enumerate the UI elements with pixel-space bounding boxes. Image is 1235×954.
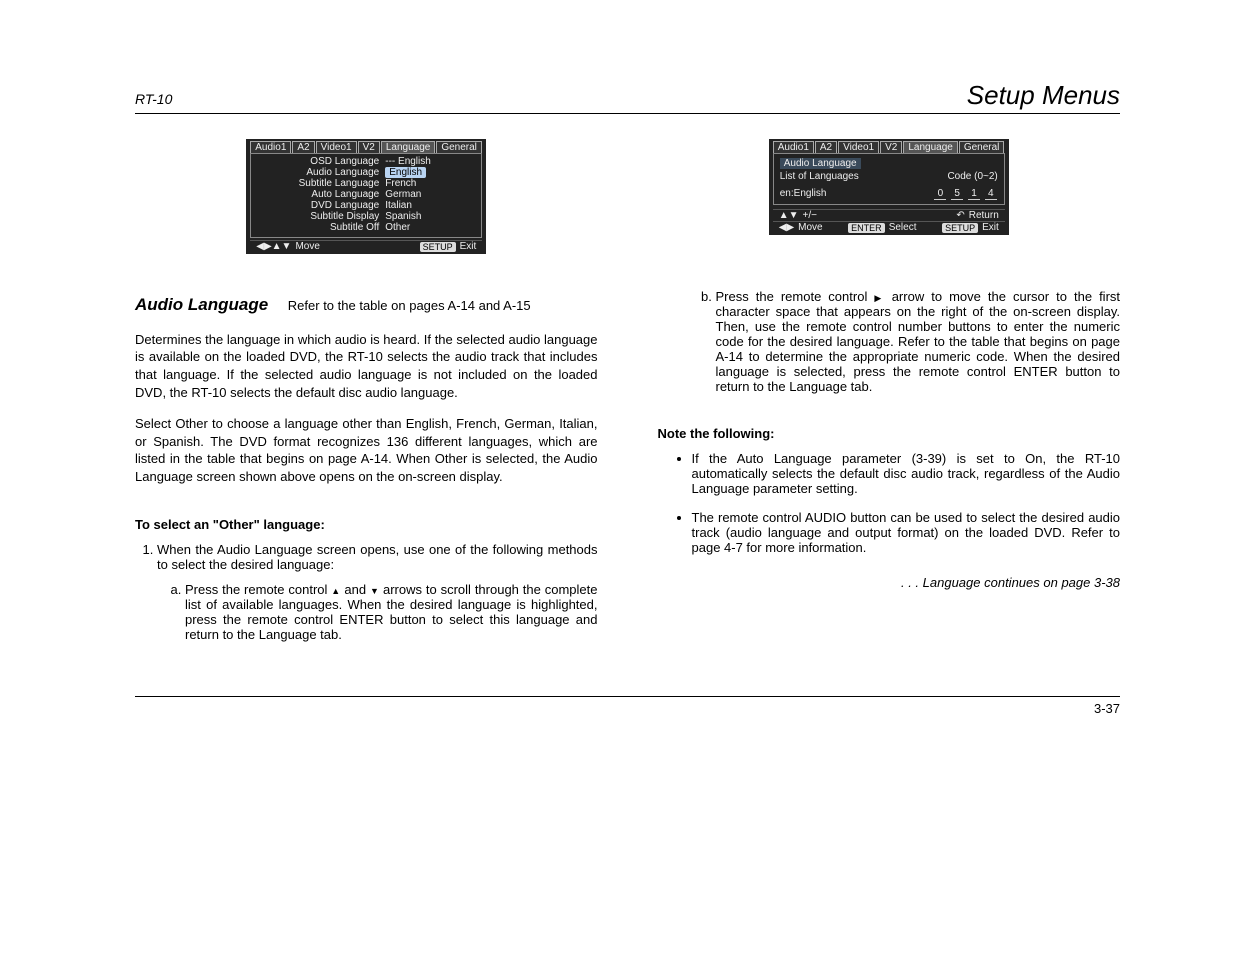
- osd-tab: Video1: [316, 141, 357, 153]
- bullet-item: If the Auto Language parameter (3-39) is…: [692, 451, 1121, 496]
- page-header: RT-10 Setup Menus: [135, 80, 1120, 114]
- osd-tabs: Audio1 A2 Video1 V2 Language General: [246, 139, 486, 153]
- osd-row-label: Subtitle Display: [259, 211, 385, 222]
- setup-pill: SETUP: [942, 223, 978, 233]
- right-arrow-icon: ▶: [874, 293, 884, 303]
- step-item: When the Audio Language screen opens, us…: [157, 542, 598, 642]
- step-text: When the Audio Language screen opens, us…: [157, 542, 598, 572]
- osd-tab-selected: Language: [903, 141, 958, 153]
- osd-row-value: --- English: [385, 156, 473, 167]
- arrows-icon: ◀▶▲▼: [256, 241, 291, 252]
- hdr-right: Setup Menus: [967, 80, 1120, 111]
- osd-tab: General: [959, 141, 1005, 153]
- code-digit: 5: [951, 188, 963, 200]
- text-part: arrow to move the cursor to the first ch…: [716, 289, 1121, 394]
- osd-code-label: Code (0~2): [947, 171, 997, 182]
- osd-tab: Video1: [838, 141, 879, 153]
- osd-foot-label: Move: [295, 241, 319, 252]
- hdr-left: RT-10: [135, 91, 172, 107]
- substep-b: Press the remote control ▶ arrow to move…: [716, 289, 1121, 394]
- code-digit: 4: [985, 188, 997, 200]
- bullet-item: The remote control AUDIO button can be u…: [692, 510, 1121, 555]
- osd-tab: General: [436, 141, 482, 153]
- osd-tab: V2: [880, 141, 902, 153]
- setup-pill: SETUP: [420, 242, 456, 252]
- code-digit: 0: [934, 188, 946, 200]
- osd-row-label: DVD Language: [259, 200, 385, 211]
- section-lead: Audio Language Refer to the table on pag…: [135, 294, 598, 317]
- leftright-icon: ◀▶: [779, 222, 794, 233]
- osd-en-label: en:English: [780, 188, 827, 200]
- enter-pill: ENTER: [848, 223, 885, 233]
- osd-tab-selected: Language: [381, 141, 436, 153]
- osd-code-boxes: 0 5 1 4: [933, 188, 997, 200]
- text-part: Press the remote control: [185, 582, 331, 597]
- up-arrow-icon: ▲: [331, 586, 340, 596]
- osd-row-value: German: [385, 189, 473, 200]
- osd-foot-label: Exit: [982, 222, 999, 233]
- osd-foot-label: Exit: [460, 241, 477, 252]
- osd-subtitle: Audio Language: [780, 158, 861, 169]
- continues-note: . . . Language continues on page 3-38: [658, 575, 1121, 590]
- substep-a: Press the remote control ▲ and ▼ arrows …: [185, 582, 598, 642]
- osd-foot-label: Select: [889, 222, 917, 233]
- updown-icon: ▲▼: [779, 210, 799, 221]
- osd-row-label: Auto Language: [259, 189, 385, 200]
- page-footer: 3-37: [135, 696, 1120, 716]
- osd-row-value: Italian: [385, 200, 473, 211]
- osd-foot-label: Return: [969, 210, 999, 221]
- para: Select Other to choose a language other …: [135, 415, 598, 485]
- osd-row-label: Subtitle Language: [259, 178, 385, 189]
- page-number: 3-37: [1094, 701, 1120, 716]
- para: Determines the language in which audio i…: [135, 331, 598, 401]
- osd-row-value-selected: English: [385, 167, 426, 178]
- osd-row-value: Spanish: [385, 211, 473, 222]
- osd-list-label: List of Languages: [780, 171, 859, 182]
- osd-tab: V2: [358, 141, 380, 153]
- osd-audio-language-entry: Audio1 A2 Video1 V2 Language General Aud…: [769, 139, 1009, 235]
- text-part: Press the remote control: [716, 289, 875, 304]
- section-title: Audio Language: [135, 295, 268, 314]
- osd-foot-label: Move: [798, 222, 822, 233]
- osd-tab: Audio1: [773, 141, 814, 153]
- osd-tab: A2: [292, 141, 314, 153]
- osd-row-value: Other: [385, 222, 473, 233]
- osd-tabs: Audio1 A2 Video1 V2 Language General: [769, 139, 1009, 153]
- osd-row-value: French: [385, 178, 473, 189]
- down-arrow-icon: ▼: [370, 586, 379, 596]
- osd-tab: A2: [815, 141, 837, 153]
- section-subtitle: Refer to the table on pages A-14 and A-1…: [288, 298, 531, 313]
- osd-row-label: OSD Language: [259, 156, 385, 167]
- code-digit: 1: [968, 188, 980, 200]
- osd-row-label: Subtitle Off: [259, 222, 385, 233]
- note-heading: Note the following:: [658, 426, 1121, 441]
- osd-language-menu: Audio1 A2 Video1 V2 Language General OSD…: [246, 139, 486, 254]
- osd-row-label: Audio Language: [259, 167, 385, 178]
- osd-tab: Audio1: [250, 141, 291, 153]
- osd-foot-label: +/−: [803, 210, 817, 221]
- return-icon: ↶: [956, 210, 964, 221]
- subheading: To select an "Other" language:: [135, 517, 598, 532]
